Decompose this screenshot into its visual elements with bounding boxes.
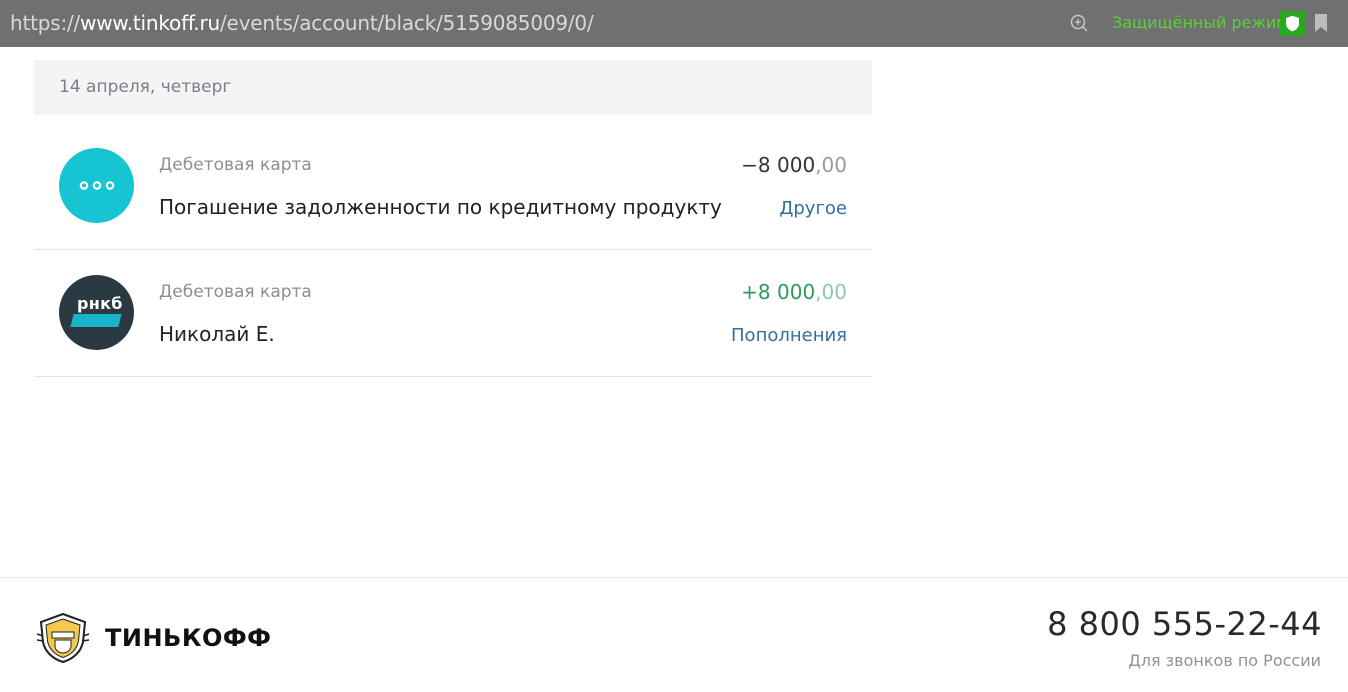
amount-fraction: ,00 <box>815 280 847 304</box>
logo-band <box>70 314 122 327</box>
operation-amount: +8 000,00 <box>741 279 847 305</box>
tinkoff-emblem-icon[interactable] <box>35 612 91 664</box>
operation-category-link[interactable]: Пополнения <box>731 324 847 348</box>
operation-row[interactable]: рнкб Дебетовая карта Николай Е. +8 000,0… <box>34 249 872 377</box>
secure-mode-button[interactable] <box>1280 11 1305 36</box>
support-phone[interactable]: 8 800 555-22-44 <box>1047 604 1322 644</box>
phone-caption: Для звонков по России <box>1128 651 1321 670</box>
operation-amount: −8 000,00 <box>741 152 847 178</box>
secure-mode-label[interactable]: Защищённый режим <box>1112 12 1288 34</box>
bookmark-icon[interactable] <box>1314 13 1328 33</box>
zoom-icon[interactable] <box>1069 13 1089 33</box>
amount-main: −8 000 <box>741 153 816 177</box>
amount-fraction: ,00 <box>815 153 847 177</box>
address-bar[interactable]: https://www.tinkoff.ru/events/account/bl… <box>0 0 1348 47</box>
operation-row[interactable]: Дебетовая карта Погашение задолженности … <box>34 122 872 250</box>
url-prefix: https:// <box>10 11 81 35</box>
operation-title: Погашение задолженности по кредитному пр… <box>159 195 722 219</box>
date-group-header: 14 апреля, четверг <box>34 60 872 115</box>
shield-icon <box>1286 15 1299 32</box>
operation-account: Дебетовая карта <box>159 282 312 302</box>
operation-title: Николай Е. <box>159 322 275 346</box>
logo-text: рнкб <box>77 294 123 313</box>
brand-name[interactable]: ТИНЬКОФФ <box>105 624 271 652</box>
url-field[interactable]: https://www.tinkoff.ru/events/account/bl… <box>10 10 594 36</box>
more-dots-icon <box>59 148 134 223</box>
footer: ТИНЬКОФФ 8 800 555-22-44 Для звонков по … <box>0 577 1348 692</box>
operation-account: Дебетовая карта <box>159 155 312 175</box>
operation-category-link[interactable]: Другое <box>779 197 847 221</box>
url-path: /events/account/black/5159085009/0/ <box>219 11 594 35</box>
date-label: 14 апреля, четверг <box>59 77 232 97</box>
url-domain: www.tinkoff.ru <box>80 11 220 35</box>
rnkb-logo: рнкб <box>59 275 134 350</box>
amount-main: +8 000 <box>741 280 816 304</box>
